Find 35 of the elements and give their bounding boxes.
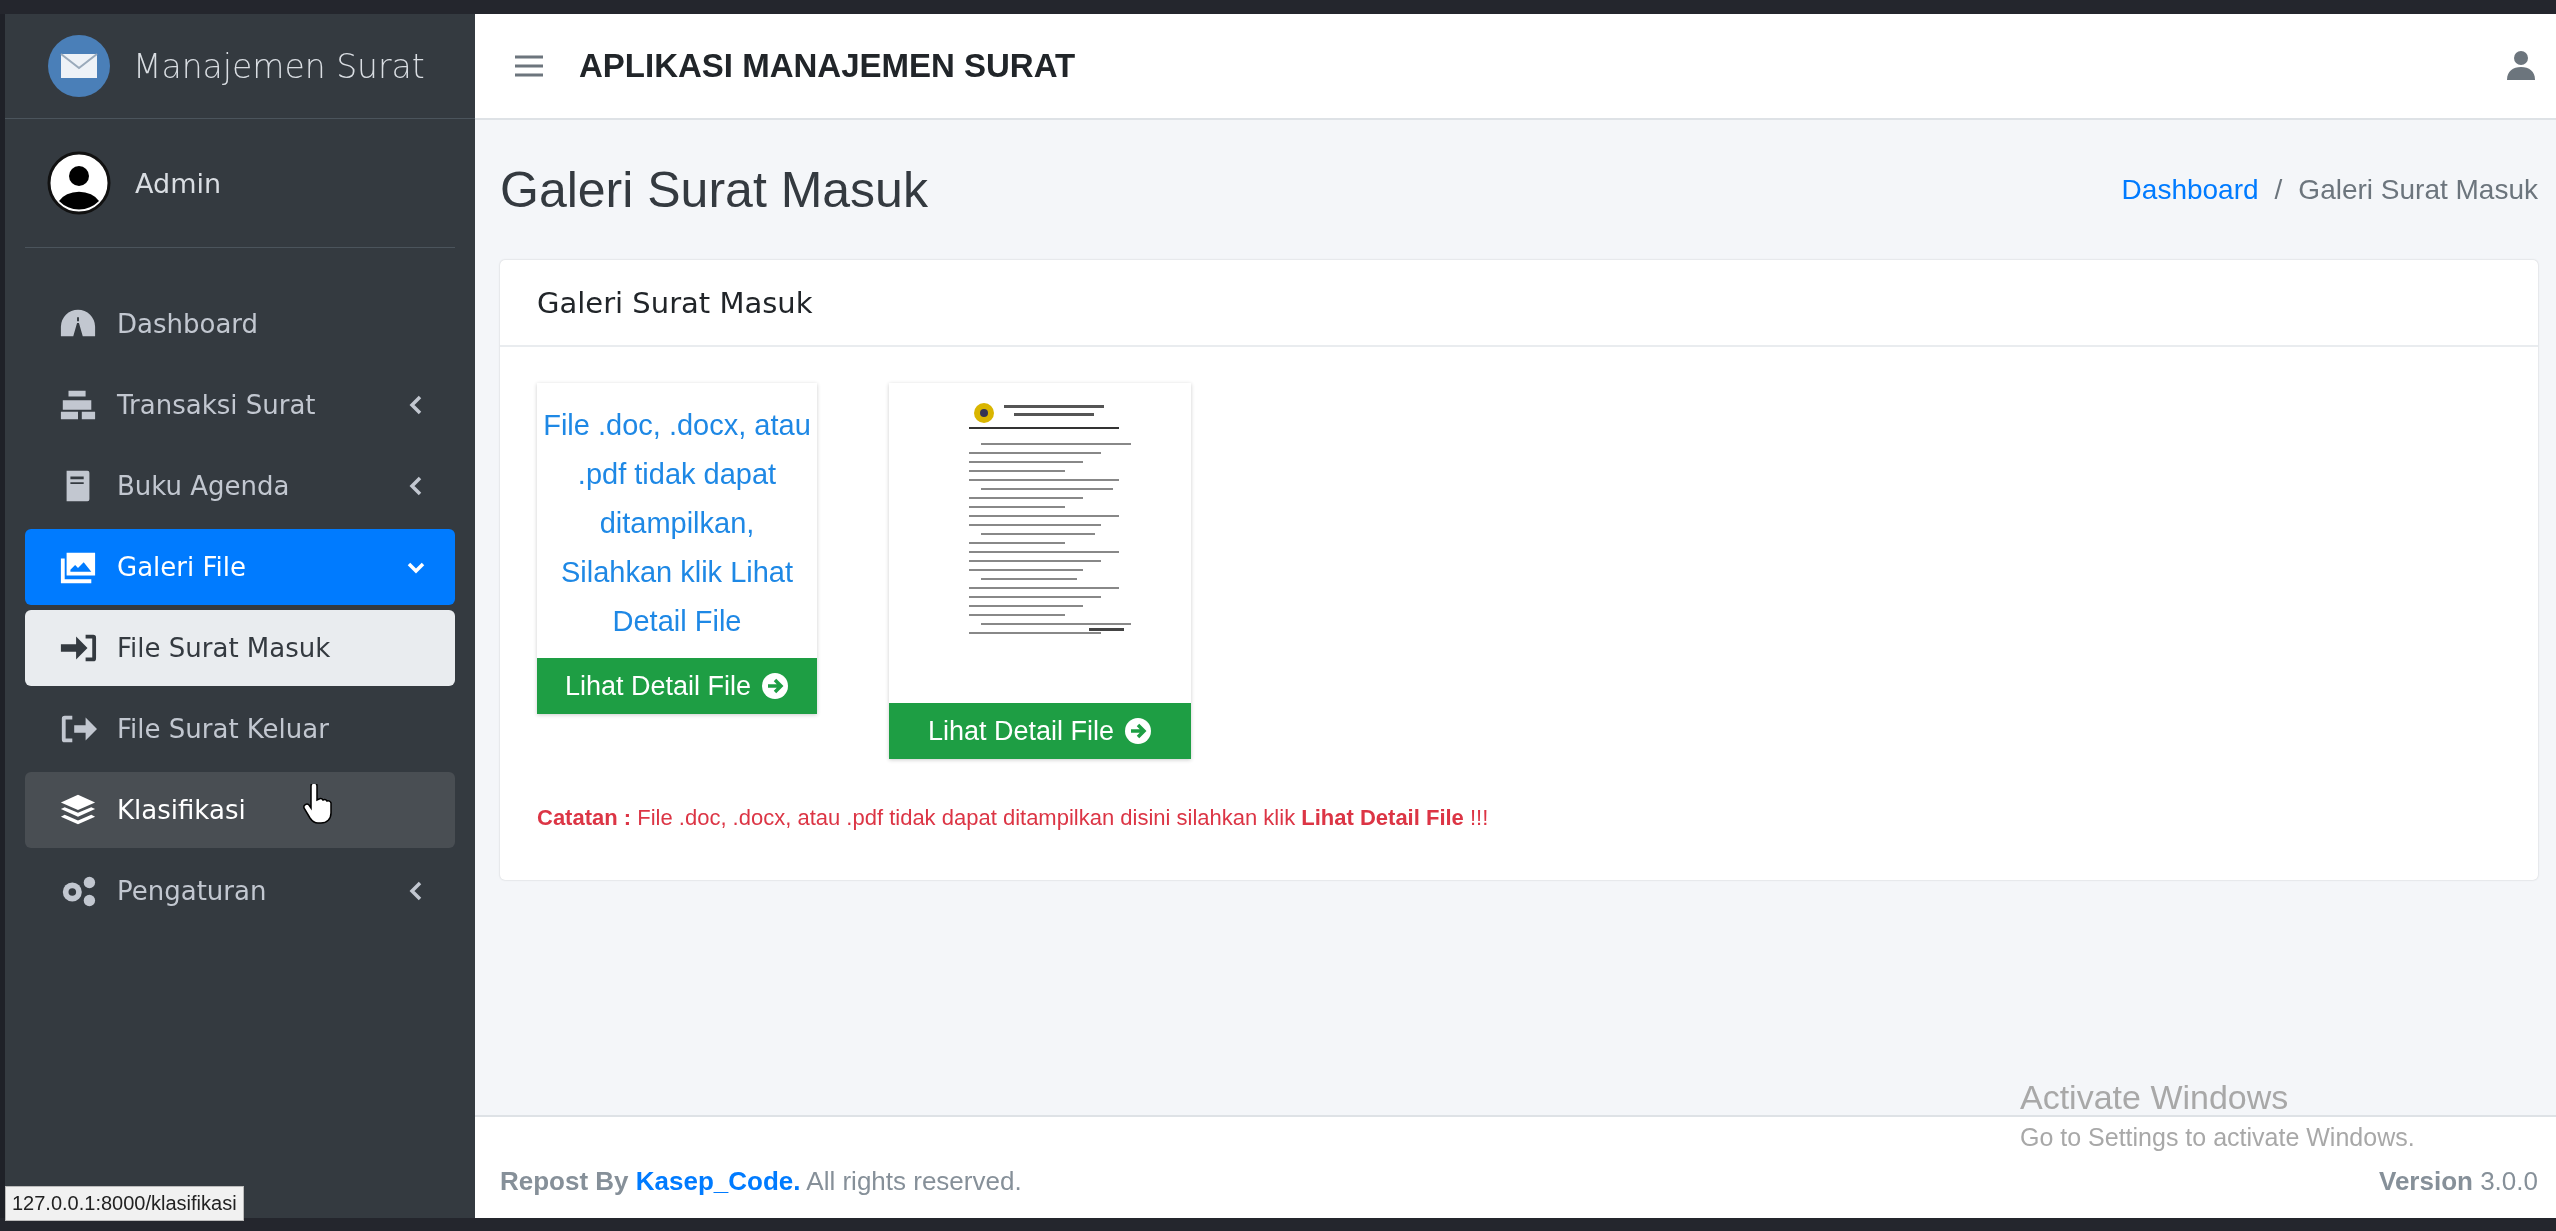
breadcrumb-link[interactable]: Dashboard xyxy=(2121,174,2259,206)
nav-item[interactable]: Galeri File xyxy=(25,529,455,605)
arrow-circle-icon xyxy=(761,672,790,700)
layers-icon xyxy=(59,793,97,827)
breadcrumb-separator: / xyxy=(2274,174,2283,206)
nav-item[interactable]: Klasifikasi xyxy=(25,772,455,848)
nav-item[interactable]: Dashboard xyxy=(25,286,455,362)
nav-item[interactable]: Pengaturan xyxy=(25,853,455,929)
envelope-logo-icon xyxy=(47,34,111,98)
detail-button[interactable]: Lihat Detail File xyxy=(537,658,817,714)
status-url: 127.0.0.1:8000/klasifikasi xyxy=(5,1186,244,1221)
arrow-circle-icon xyxy=(1124,717,1153,745)
breadcrumb-current: Galeri Surat Masuk xyxy=(2298,174,2538,206)
page-title: Galeri Surat Masuk xyxy=(500,161,928,219)
hand-cursor-icon xyxy=(302,784,332,824)
footer-text: Repost By Kasep_Code. All rights reserved. xyxy=(500,1166,1022,1197)
file-message: File .doc, .docx, atau .pdf tidak dapat ditampilkan, Silahkan klik Lihat Detail File xyxy=(542,408,812,639)
images-icon xyxy=(59,550,97,584)
card-title: Galeri Surat Masuk xyxy=(500,260,2538,347)
nav-item[interactable]: File Surat Masuk xyxy=(25,610,455,686)
nav-item[interactable]: Buku Agenda xyxy=(25,448,455,524)
version-text: Version 3.0.0 xyxy=(2379,1166,2538,1197)
activation-subtitle: Go to Settings to activate Windows. xyxy=(2020,1123,2415,1152)
note-text: Catatan : File .doc, .docx, atau .pdf tidak dapat ditampilkan disini silahkan klik Lihat Detail File !!! xyxy=(537,805,1490,831)
nav-item[interactable]: Transaksi Surat xyxy=(25,367,455,443)
user-name[interactable]: Admin xyxy=(135,167,222,199)
app-title: APLIKASI MANAJEMEN SURAT xyxy=(579,47,1077,85)
detail-button[interactable]: Lihat Detail File xyxy=(889,703,1191,759)
user-icon[interactable] xyxy=(2506,50,2536,82)
menu-icon[interactable] xyxy=(515,54,543,78)
avatar-icon xyxy=(47,151,111,215)
activation-title: Activate Windows xyxy=(2020,1078,2290,1117)
nav-item[interactable]: File Surat Keluar xyxy=(25,691,455,767)
brand-title[interactable]: Manajemen Surat xyxy=(133,46,425,86)
footer-link[interactable]: Kasep_Code. xyxy=(635,1166,801,1196)
